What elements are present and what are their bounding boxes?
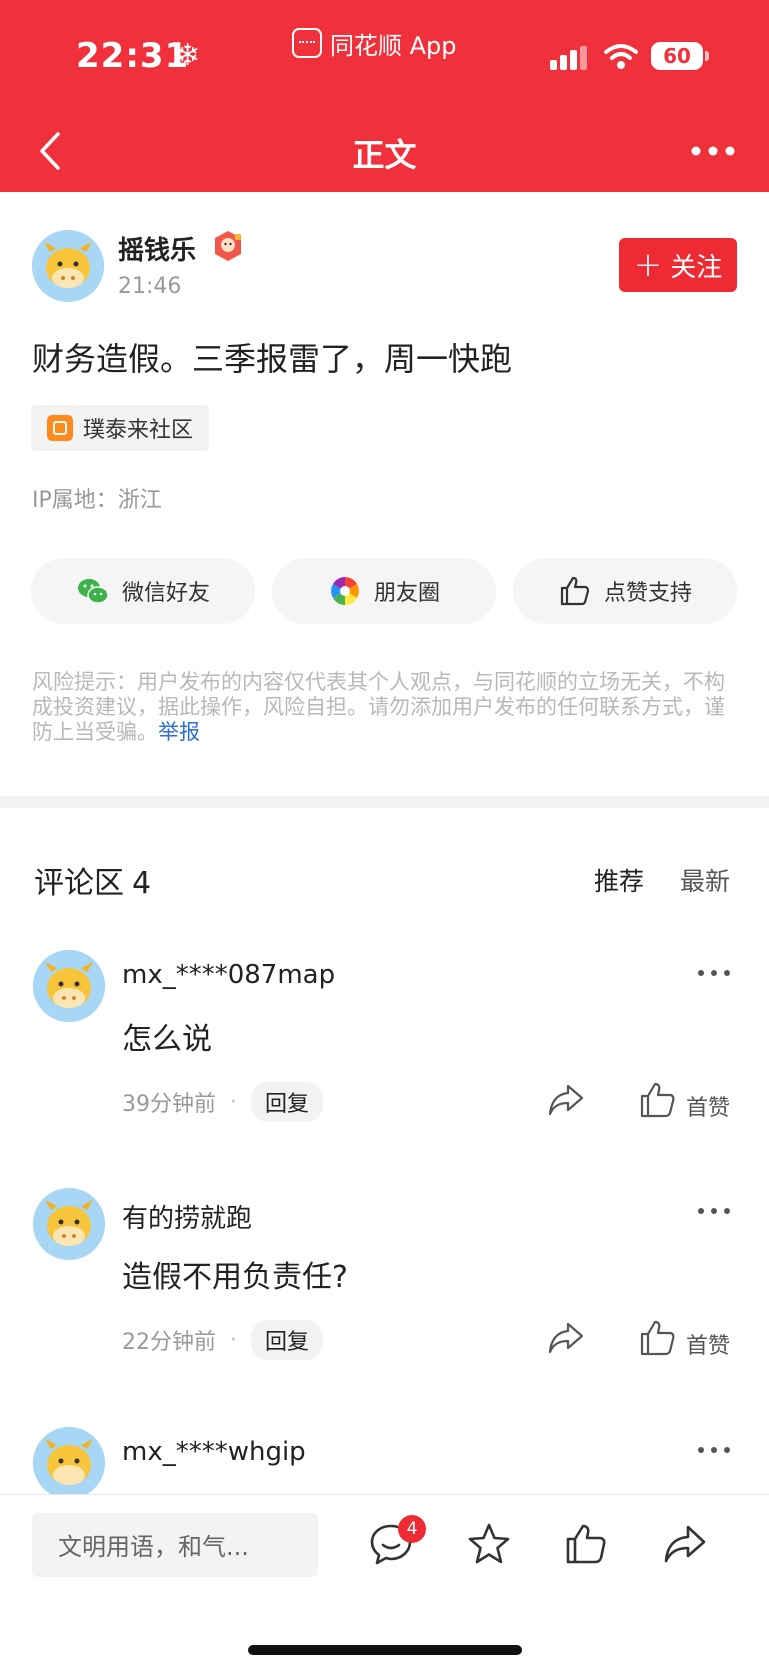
home-indicator[interactable]	[248, 1645, 522, 1655]
post-text: 财务造假。三季报雷了，周一快跑	[32, 340, 513, 378]
cow-avatar-icon	[33, 950, 105, 1022]
comment-meta: 39分钟前 · 回复	[122, 1082, 324, 1122]
battery-icon: 60	[651, 42, 709, 70]
like-label[interactable]: 首赞	[686, 1328, 730, 1360]
plus-icon: +	[633, 245, 663, 285]
wifi-icon	[604, 44, 638, 69]
page-title: 正文	[352, 136, 417, 174]
app-indicator: 同花顺 App	[292, 26, 457, 60]
share-arrow-icon[interactable]	[546, 1318, 586, 1358]
battery-level: 60	[663, 44, 691, 68]
navigation-bar: 正文	[0, 110, 769, 192]
community-icon	[47, 415, 73, 441]
comments-header: 评论区 4	[34, 858, 151, 902]
comment-item: mx_****087map 怎么说 39分钟前 · 回复 首赞	[0, 950, 769, 1180]
risk-notice: 风险提示：用户发布的内容仅代表其个人观点，与同花顺的立场无关，不构成投资建议，据…	[32, 670, 738, 745]
author-avatar[interactable]	[32, 230, 104, 302]
comment-more-icon[interactable]	[696, 1206, 732, 1216]
commenter-avatar[interactable]	[33, 1188, 105, 1260]
meta-separator: ·	[230, 1327, 237, 1353]
sort-recommend-tab[interactable]: 推荐	[594, 862, 644, 898]
cow-avatar-icon	[33, 1188, 105, 1260]
thumbs-up-icon[interactable]	[638, 1080, 678, 1120]
snowflake-icon: ❄	[175, 38, 201, 73]
comment-more-icon[interactable]	[696, 968, 732, 978]
commenter-name[interactable]: mx_****087map	[122, 960, 335, 990]
report-link[interactable]: 举报	[158, 720, 200, 744]
thumbs-up-icon	[560, 576, 590, 606]
user-badge-icon	[215, 231, 241, 261]
cow-avatar-icon	[33, 1427, 105, 1494]
comment-more-icon[interactable]	[696, 1445, 732, 1455]
post-body: 摇钱乐 21:46 + 关注 财务造假。三季报雷了，周一快跑 璞泰来社区 IP属…	[0, 192, 769, 796]
app-logo-icon	[292, 28, 322, 58]
post-time: 21:46	[118, 274, 182, 299]
comment-time: 22分钟前	[122, 1330, 216, 1355]
risk-notice-text: 风险提示：用户发布的内容仅代表其个人观点，与同花顺的立场无关，不构成投资建议，据…	[32, 670, 725, 744]
thumbs-up-icon[interactable]	[638, 1318, 678, 1358]
comment-text: 怎么说	[122, 1022, 212, 1057]
cow-avatar-icon	[32, 230, 104, 302]
comment-item: 有的捞就跑 造假不用负责任? 22分钟前 · 回复 首赞	[0, 1188, 769, 1418]
share-wechat-button[interactable]: 微信好友	[31, 558, 255, 624]
follow-label: 关注	[670, 252, 723, 283]
status-time: 22:31	[76, 36, 190, 76]
reply-button[interactable]: 回复	[251, 1082, 324, 1122]
cellular-signal-icon	[550, 46, 592, 70]
like-support-button[interactable]: 点赞支持	[513, 558, 737, 624]
community-tag[interactable]: 璞泰来社区	[31, 405, 210, 451]
wechat-icon	[77, 579, 109, 604]
share-wechat-label: 微信好友	[121, 581, 210, 606]
bottom-action-bar: 文明用语，和气... 4	[0, 1494, 769, 1665]
commenter-avatar[interactable]	[33, 1427, 105, 1494]
commenter-name[interactable]: 有的捞就跑	[122, 1198, 252, 1235]
commenter-name[interactable]: mx_****whgip	[122, 1437, 306, 1467]
share-arrow-icon[interactable]	[662, 1521, 708, 1567]
comments-title: 评论区	[34, 866, 124, 901]
more-options-icon[interactable]	[688, 136, 738, 166]
comments-count: 4	[132, 866, 152, 901]
app-name: 同花顺 App	[330, 31, 457, 60]
meta-separator: ·	[230, 1089, 237, 1115]
sort-latest-tab[interactable]: 最新	[680, 862, 730, 898]
follow-button[interactable]: + 关注	[619, 238, 737, 292]
like-support-label: 点赞支持	[603, 581, 692, 606]
share-arrow-icon[interactable]	[546, 1080, 586, 1120]
thumbs-up-icon[interactable]	[564, 1521, 610, 1567]
moments-icon	[331, 577, 359, 605]
ip-location: IP属地：浙江	[32, 488, 162, 513]
comment-time: 39分钟前	[122, 1092, 216, 1117]
author-name[interactable]: 摇钱乐	[118, 230, 196, 267]
community-tag-label: 璞泰来社区	[83, 418, 194, 443]
commenter-avatar[interactable]	[33, 950, 105, 1022]
section-divider	[0, 796, 769, 808]
comment-count-badge: 4	[398, 1515, 426, 1543]
comment-text: 造假不用负责任?	[122, 1260, 348, 1295]
comment-input[interactable]: 文明用语，和气...	[32, 1513, 318, 1577]
share-moments-label: 朋友圈	[373, 581, 440, 606]
share-moments-button[interactable]: 朋友圈	[272, 558, 496, 624]
reply-button[interactable]: 回复	[251, 1320, 324, 1360]
star-icon[interactable]	[466, 1521, 512, 1567]
comment-item: mx_****whgip	[0, 1427, 769, 1494]
status-bar: 22:31 ❄ 同花顺 App 60	[0, 0, 769, 110]
comment-meta: 22分钟前 · 回复	[122, 1320, 324, 1360]
like-label[interactable]: 首赞	[686, 1090, 730, 1122]
